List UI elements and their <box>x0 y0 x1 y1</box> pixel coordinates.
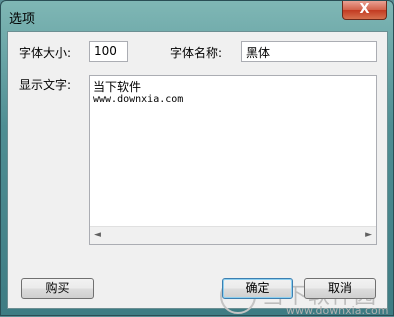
ok-button[interactable]: 确定 <box>222 278 293 299</box>
window-title: 选项 <box>9 12 36 27</box>
display-text-line: 当下软件 <box>93 80 142 94</box>
watermark-url: www.downxia.com <box>286 304 389 317</box>
font-size-label: 字体大小: <box>19 46 72 60</box>
dialog-client-area: 字体大小: 100 字体名称: 黑体 显示文字: 当下软件 www.downxi… <box>7 31 388 317</box>
font-name-label: 字体名称: <box>170 46 223 60</box>
display-text-area[interactable]: 当下软件 www.downxia.com ◄ ► <box>89 75 377 245</box>
close-button[interactable]: X <box>342 1 387 20</box>
close-icon: X <box>359 2 370 17</box>
buy-button[interactable]: 购买 <box>21 278 94 299</box>
display-text-line: www.downxia.com <box>93 94 184 105</box>
cancel-button[interactable]: 取消 <box>304 278 376 299</box>
display-text-label: 显示文字: <box>19 78 72 92</box>
scroll-left-icon[interactable]: ◄ <box>94 230 101 240</box>
options-dialog: 选项 X 字体大小: 100 字体名称: 黑体 显示文字: 当下软件 www.d… <box>0 0 394 317</box>
scroll-right-icon[interactable]: ► <box>365 230 372 240</box>
font-size-input[interactable]: 100 <box>89 41 128 62</box>
horizontal-scrollbar[interactable]: ◄ ► <box>90 226 376 244</box>
font-name-input[interactable]: 黑体 <box>241 41 377 62</box>
